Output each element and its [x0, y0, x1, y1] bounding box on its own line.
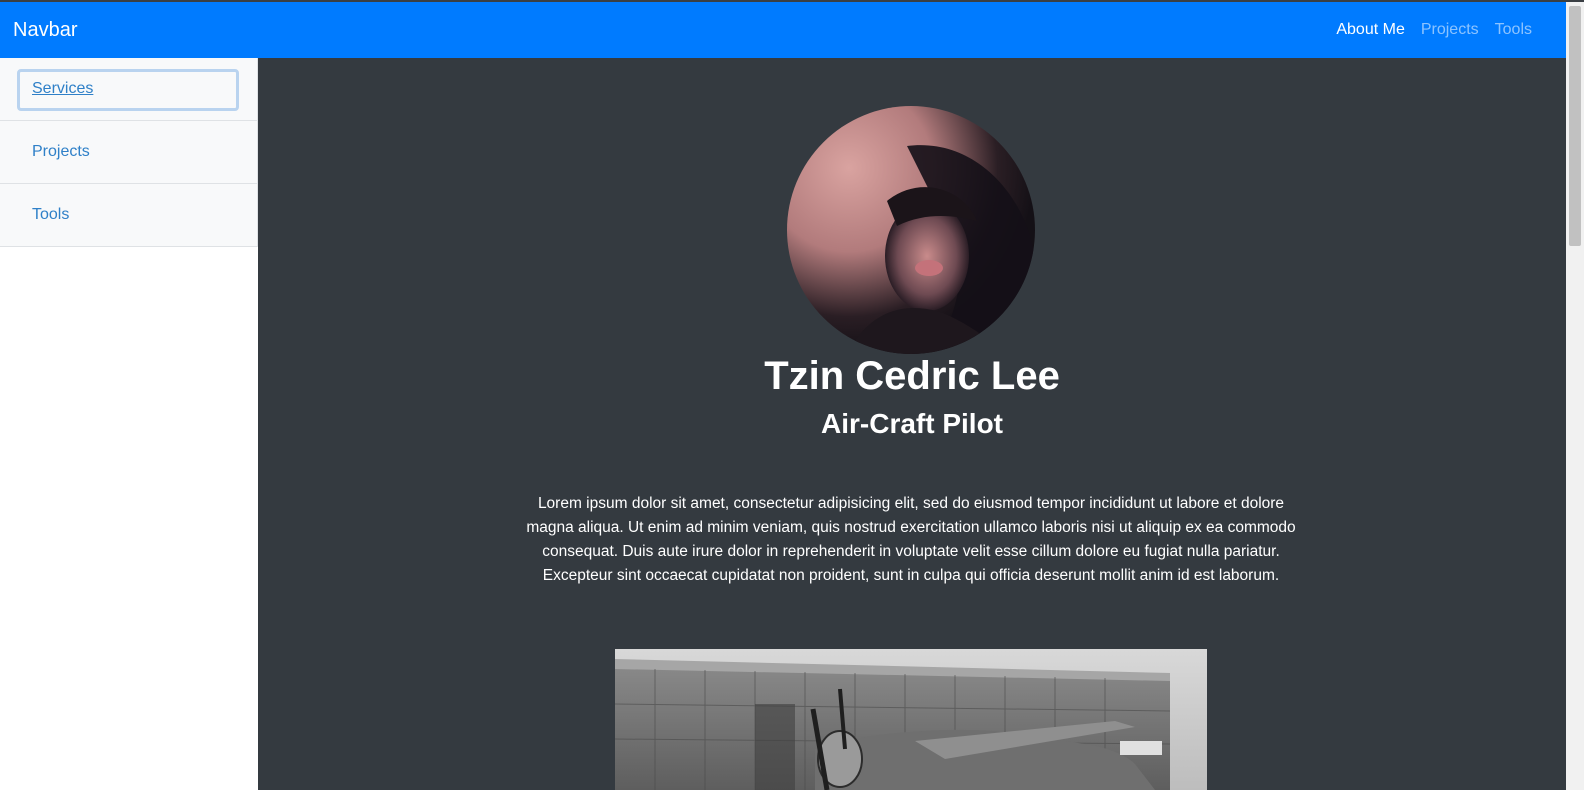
sidebar-link-projects[interactable]: Projects	[32, 143, 90, 161]
top-navbar: Navbar About Me Projects Tools	[0, 2, 1566, 58]
profile-role: Air-Craft Pilot	[821, 408, 1003, 439]
nav-link-tools[interactable]: Tools	[1487, 21, 1540, 39]
nav-link-projects[interactable]: Projects	[1413, 21, 1487, 39]
sidebar-item-services[interactable]: Services	[0, 58, 258, 121]
avatar-photo	[787, 106, 1035, 354]
sidebar-item-projects[interactable]: Projects	[0, 121, 258, 184]
profile-avatar	[787, 106, 1035, 354]
aircraft-image	[615, 649, 1207, 790]
navbar-brand[interactable]: Navbar	[13, 19, 77, 42]
nav-link-about-me[interactable]: About Me	[1328, 21, 1412, 39]
aircraft-photo	[615, 649, 1207, 790]
navbar-links: About Me Projects Tools	[1328, 21, 1540, 39]
profile-bio: Lorem ipsum dolor sit amet, consectetur …	[526, 495, 1296, 584]
sidebar-link-tools[interactable]: Tools	[32, 206, 69, 224]
sidebar-link-services[interactable]: Services	[32, 80, 93, 98]
sidebar-item-tools[interactable]: Tools	[0, 184, 258, 247]
profile-name: Tzin Cedric Lee	[764, 354, 1060, 398]
main-content: Tzin Cedric Lee Air-Craft Pilot Lorem ip…	[258, 58, 1566, 790]
scrollbar-thumb[interactable]	[1569, 6, 1581, 246]
sidebar: Services Projects Tools	[0, 58, 258, 790]
page-scrollbar[interactable]	[1566, 2, 1584, 790]
